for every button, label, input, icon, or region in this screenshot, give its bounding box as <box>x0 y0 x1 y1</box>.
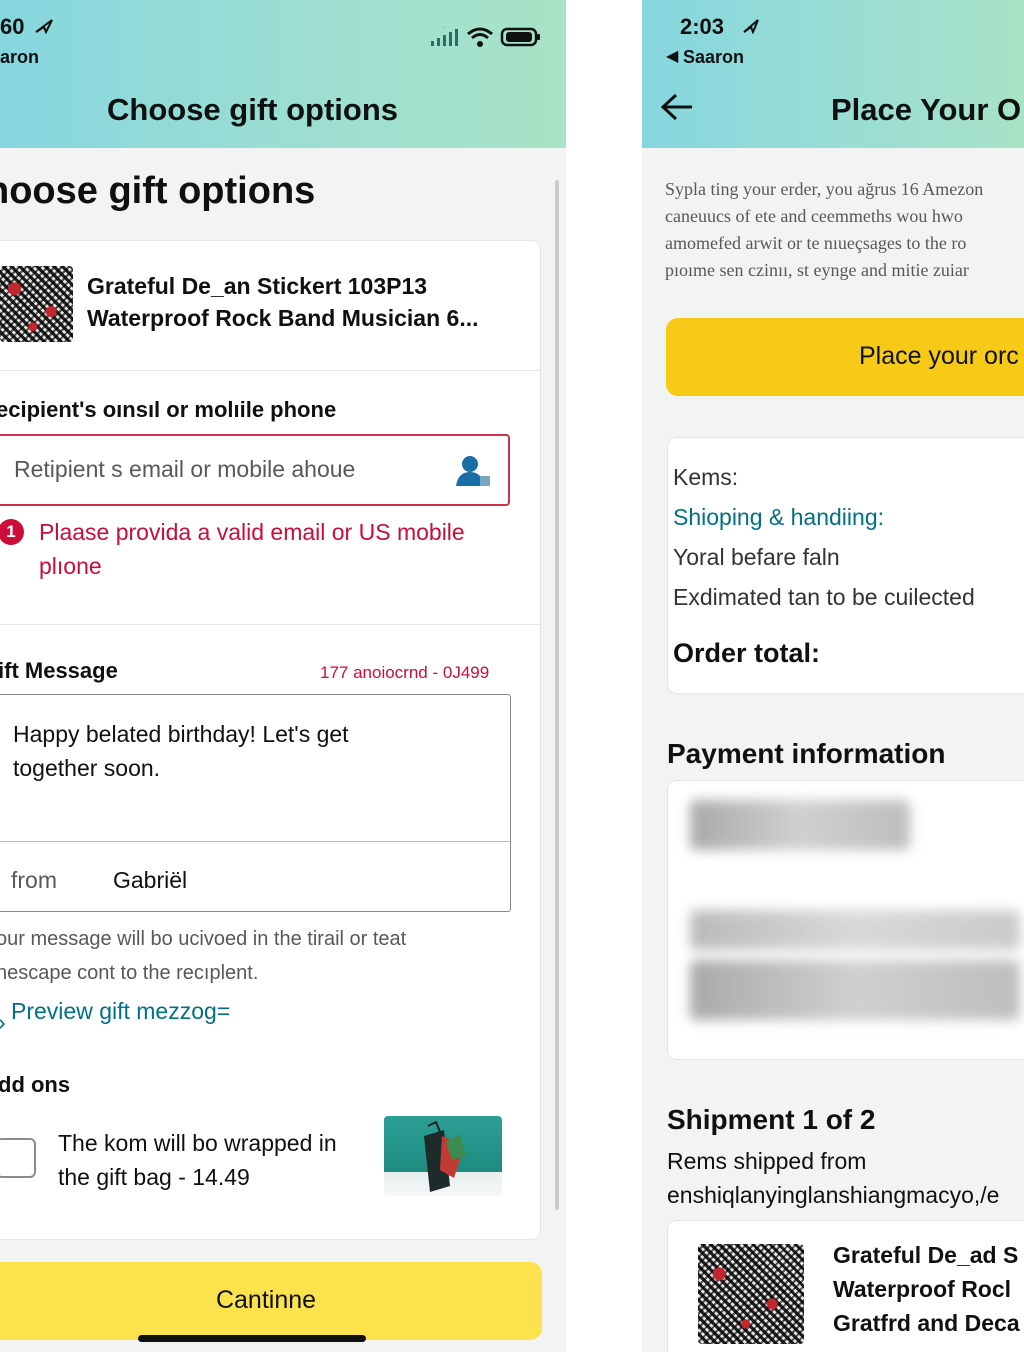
product-title-line1: Grateful De_an Stickert 103P13 <box>87 273 428 299</box>
product-title-line2: Waterproof Rocl <box>833 1276 1012 1302</box>
app-header: 2:03 ◀ Saaron Place Your O <box>642 0 1024 148</box>
from-field[interactable]: Gabriël <box>113 867 187 894</box>
status-carrier[interactable]: Saaron <box>683 47 744 68</box>
legal-line1: Sypla ting your erder, you ağrus 16 Amez… <box>665 179 984 199</box>
continue-button[interactable]: Cantinne <box>0 1262 542 1340</box>
divider <box>0 624 541 625</box>
location-arrow-icon <box>35 19 53 34</box>
scrollbar[interactable] <box>555 180 559 1210</box>
legal-line2: caneuucs of ete and ceemmeths wou hwo <box>665 206 963 226</box>
preview-gift-message-link[interactable]: Preview gift mezzog= <box>11 998 230 1025</box>
status-time: 60 <box>0 14 25 39</box>
recipient-label: ecipient's oınsıl or molıile phone <box>0 397 337 422</box>
header-title: Choose gift options <box>107 92 399 127</box>
status-time: 2:03 <box>680 14 725 39</box>
order-total-label: Order total: <box>673 638 821 668</box>
screenshot-stage: 60 aron Choose gift options hoose gift o… <box>0 0 1024 1352</box>
recipient-placeholder: Retipient s email or mobile ahoue <box>14 456 356 482</box>
addon-line1: The kom will bo wrapped in <box>58 1130 337 1156</box>
recipient-error: Plaase provida a valid email or US mobil… <box>39 515 465 583</box>
addon-line2: the gift bag - 14.49 <box>58 1164 250 1190</box>
summary-estimated-tax: Exdimated tan to be cuilected <box>673 584 975 610</box>
legal-line4: pıoıme sen czinıı, st eynge and mitie zu… <box>665 260 969 280</box>
status-carrier: aron <box>0 47 40 67</box>
page-title: hoose gift options <box>0 170 316 212</box>
app-header: 60 aron Choose gift options <box>0 0 566 148</box>
payment-redacted <box>690 910 1020 950</box>
message-line1: Happy belated birthday! Let's get <box>13 721 349 747</box>
back-to-app-icon[interactable]: ◀ <box>666 46 678 66</box>
error-line1: Plaase provida a valid email or US mobil… <box>39 519 465 545</box>
chevron-right-icon: › <box>0 1009 6 1036</box>
gift-options-screen: 60 aron Choose gift options hoose gift o… <box>0 0 566 1352</box>
shipment-source-line1: Rems shipped from <box>667 1148 867 1174</box>
summary-before-tax: Yoral befare faln <box>673 544 840 570</box>
gift-message-field[interactable]: Happy belated birthday! Let's get togeth… <box>0 694 511 912</box>
place-order-screen: 2:03 ◀ Saaron Place Your O Sypla ting yo… <box>642 0 1024 1352</box>
product-title[interactable]: Grateful De_an Stickert 103P13 Waterproo… <box>87 270 478 334</box>
summary-items: Kems: <box>673 464 739 490</box>
product-thumbnail <box>0 266 73 342</box>
shipment-heading: Shipment 1 of 2 <box>667 1104 876 1135</box>
divider <box>0 370 541 371</box>
gift-message-helper: our message will bo ucivoed in the tirai… <box>0 922 406 990</box>
place-order-button-label: Place your orc <box>859 342 1019 370</box>
wifi-icon <box>467 27 493 47</box>
gift-bag-description: The kom will bo wrapped in the gift bag … <box>58 1126 337 1194</box>
shipment-source-line2: enshiqlanyinglanshiangmacyo,/e <box>667 1182 1000 1208</box>
place-order-button[interactable]: Place your orc <box>666 318 1024 396</box>
battery-icon <box>500 27 540 47</box>
gift-message-counter: 177 anoiocrnd - 0J499 <box>320 663 490 682</box>
continue-button-label: Cantinne <box>215 1286 317 1314</box>
gift-bag-checkbox[interactable] <box>0 1138 36 1178</box>
gift-bag-image <box>384 1116 502 1196</box>
status-icons <box>430 26 542 48</box>
product-title-line1[interactable]: Grateful De_ad S <box>833 1238 1018 1272</box>
summary-shipping-link[interactable]: Shioping & handiing: <box>673 504 884 531</box>
legal-disclaimer: Sypla ting your erder, you ağrus 16 Amez… <box>665 176 1024 284</box>
payment-redacted <box>690 800 910 850</box>
gift-message-text: Happy belated birthday! Let's get togeth… <box>13 717 349 785</box>
payment-heading: Payment information <box>667 738 946 769</box>
error-line2: plıone <box>39 553 102 579</box>
legal-line3: amomefed arwit or te nıueçsages to the r… <box>665 233 967 253</box>
back-arrow-icon[interactable] <box>660 92 694 122</box>
home-indicator <box>138 1335 366 1342</box>
gift-message-label: ift Message <box>0 658 118 683</box>
signal-icon <box>431 27 458 46</box>
recipient-input[interactable]: Retipient s email or mobile ahoue <box>0 434 510 506</box>
from-label: from <box>11 867 57 893</box>
helper-line1: our message will bo ucivoed in the tirai… <box>0 928 407 950</box>
helper-line2: nescape cont to the recıplent. <box>0 962 259 984</box>
product-thumbnail <box>698 1244 804 1344</box>
location-arrow-icon <box>743 19 759 34</box>
contact-icon[interactable] <box>454 454 492 488</box>
product-title-line2: Waterproof Rock Band Musician 6... <box>87 305 479 331</box>
message-divider <box>0 841 510 842</box>
payment-redacted <box>690 960 1020 1020</box>
addons-label: dd ons <box>0 1072 71 1097</box>
product-title-line3: Gratfrd and Deca <box>833 1310 1020 1336</box>
message-line2: together soon. <box>13 755 161 781</box>
header-title: Place Your O <box>831 92 1022 127</box>
gift-bag-graphic <box>424 1120 466 1192</box>
